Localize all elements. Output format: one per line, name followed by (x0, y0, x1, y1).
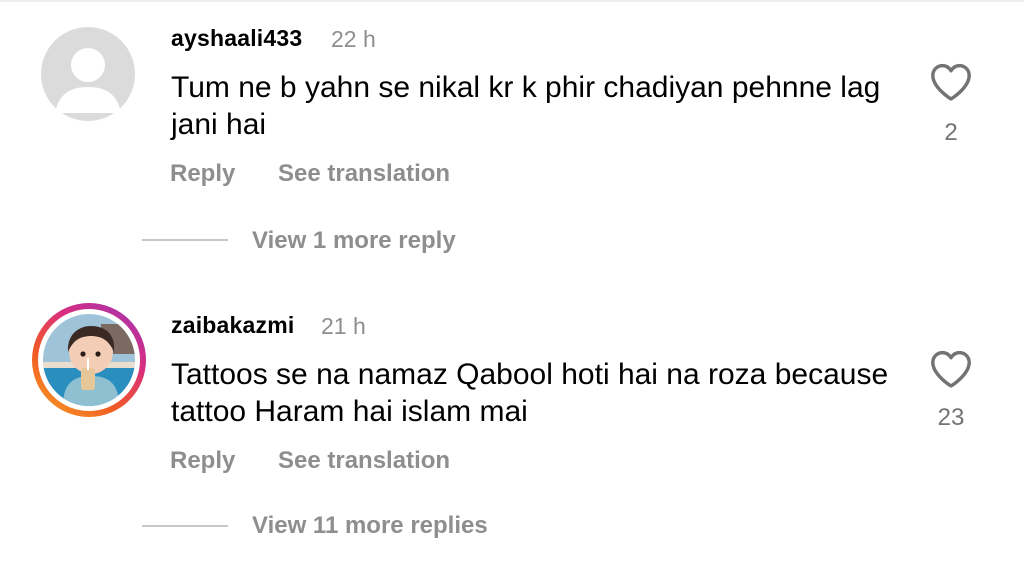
see-translation-button[interactable]: See translation (278, 160, 450, 188)
comment-text: Tum ne b yahn se nikal kr k phir chadiya… (171, 71, 881, 141)
comment-timestamp: 21 h (321, 313, 366, 339)
reply-thread-line (142, 525, 228, 527)
comment-text: Tattoos se na namaz Qabool hoti hai na r… (171, 358, 889, 428)
top-divider (0, 0, 1024, 2)
avatar[interactable] (41, 27, 135, 121)
reply-button[interactable]: Reply (170, 447, 235, 475)
view-more-replies-button[interactable]: View 11 more replies (252, 512, 488, 540)
comment-username[interactable]: ayshaali433 (171, 25, 302, 52)
avatar-photo (43, 314, 135, 406)
like-count: 23 (937, 404, 965, 431)
reply-button[interactable]: Reply (170, 160, 235, 188)
comment-username[interactable]: zaibakazmi (171, 312, 294, 339)
see-translation-button[interactable]: See translation (278, 447, 450, 475)
comment-timestamp: 22 h (331, 26, 376, 52)
reply-thread-line (142, 239, 228, 241)
default-avatar-icon (55, 48, 121, 113)
like-count: 2 (944, 119, 958, 146)
avatar-story-ring[interactable] (32, 303, 146, 417)
heart-like-icon[interactable] (929, 62, 973, 102)
heart-like-icon[interactable] (929, 349, 973, 389)
view-more-replies-button[interactable]: View 1 more reply (252, 227, 456, 255)
